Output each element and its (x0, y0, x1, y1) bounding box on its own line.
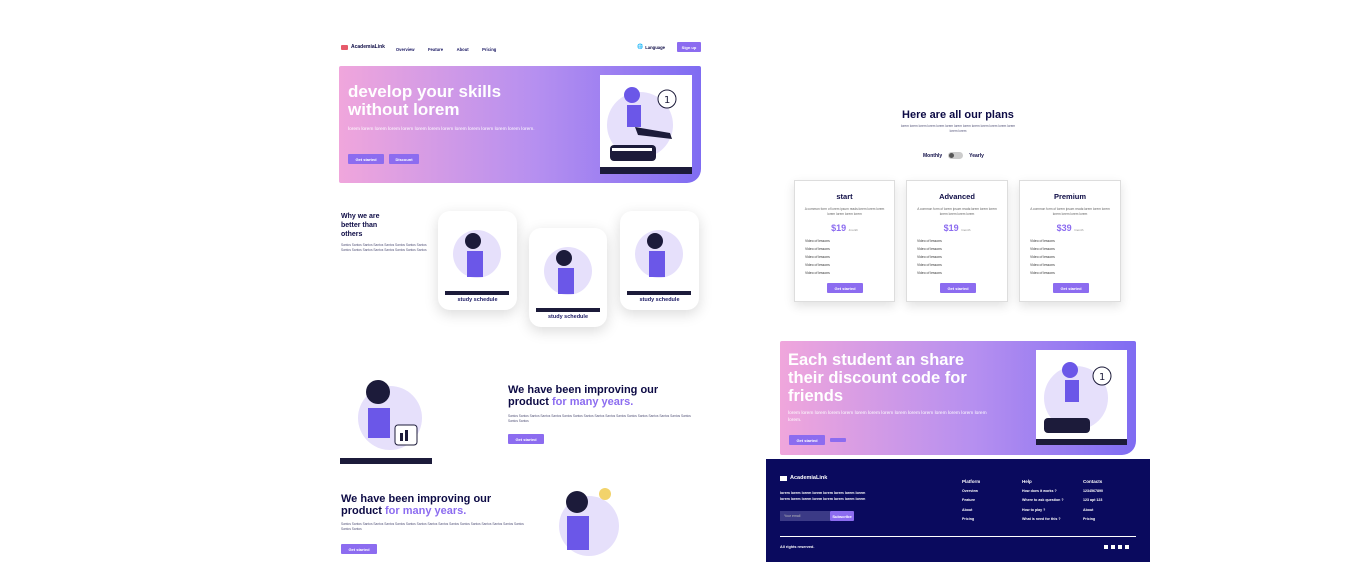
svg-text:1: 1 (1099, 372, 1105, 383)
footer: AcademiaLink lorem lorem lorem lorem lor… (766, 459, 1150, 562)
improve1-title: We have been improving our product for m… (508, 384, 688, 408)
book-icon (341, 44, 348, 50)
brand-logo[interactable]: AcademiaLink (351, 44, 385, 50)
title-highlight: for many years. (552, 396, 634, 408)
improve-illustration (340, 370, 432, 464)
plan-desc: A common form of lorem ipsum reads:lorem… (917, 207, 997, 216)
share-secondary-button[interactable] (830, 438, 846, 442)
share-title: Each student an share their discount cod… (788, 351, 967, 405)
social-icons (1104, 545, 1129, 549)
nav-about[interactable]: About (457, 47, 469, 52)
plan-name: Advanced (939, 192, 975, 201)
footer-link[interactable]: Pricing (962, 515, 980, 524)
plan-features: Video of lessons Video of lessons Video of… (1030, 239, 1055, 275)
nav-feature[interactable]: Feature (428, 47, 443, 52)
plans-subtitle: lorem lorem lorem lorem lorem lorem lore… (900, 124, 1016, 133)
book-icon (780, 475, 787, 481)
feature-card[interactable]: study schedule (529, 228, 607, 327)
plan-price: $19 /month (943, 223, 971, 233)
svg-text:1: 1 (664, 95, 670, 106)
facebook-icon[interactable] (1104, 545, 1108, 549)
billing-switch[interactable] (948, 152, 964, 159)
hero-illustration: 1 (600, 75, 692, 174)
footer-divider (780, 536, 1136, 537)
nav-overview[interactable]: Overview (396, 47, 415, 52)
improve1-cta-button[interactable]: Get started (508, 434, 544, 444)
language-selector[interactable]: Language (645, 45, 665, 50)
footer-link[interactable]: How does it works ? (1022, 487, 1064, 496)
footer-contacts: Contacts 1234567890 123 apt 123 About Pr… (1083, 479, 1103, 524)
plan-get-started-button[interactable]: Get started (827, 283, 863, 293)
plan-card-premium: Premium A common form of lorem ipsum rea… (1019, 180, 1121, 302)
footer-link[interactable]: Where to ask question ? (1022, 496, 1064, 505)
yearly-label[interactable]: Yearly (969, 153, 984, 159)
mail-icon[interactable] (1118, 545, 1122, 549)
subscribe-button[interactable]: Subscribe (830, 511, 854, 521)
share-banner: Each student an share their discount cod… (780, 341, 1136, 455)
share-get-started-button[interactable]: Get started (789, 435, 825, 445)
improve1-body: Santos Santos Santos Santos Santos Santo… (508, 414, 691, 423)
improve2-cta-button[interactable]: Get started (341, 544, 377, 554)
why-title: Why we are better than others (341, 213, 380, 238)
nav-links: Overview Feature About Pricing (396, 38, 505, 56)
card-caption: study schedule (457, 297, 498, 303)
footer-link[interactable]: Feature (962, 496, 980, 505)
tiktok-icon[interactable] (1125, 545, 1129, 549)
footer-help: Help How does it works ? Where to ask qu… (1022, 479, 1064, 524)
plan-desc: A common form of lorem ipsum reads:lorem… (804, 207, 885, 216)
footer-link[interactable]: 1234567890 (1083, 487, 1103, 496)
improve2-body: Santos Santos Santos Santos Santos Santo… (341, 522, 524, 531)
improve2-title: We have been improving our product for m… (341, 493, 521, 517)
footer-link[interactable]: 123 apt 123 (1083, 496, 1103, 505)
plan-price: $19 /month (831, 223, 858, 233)
signup-button[interactable]: Sign up (677, 42, 701, 52)
plan-price: $39 /month (1056, 223, 1084, 233)
billing-toggle: Monthly Yearly (923, 152, 984, 159)
plan-name: Premium (1053, 192, 1087, 201)
globe-icon: 🌐 (636, 44, 644, 50)
plan-get-started-button[interactable]: Get started (1053, 283, 1089, 293)
plans-title: Here are all our plans (902, 109, 1014, 121)
footer-link[interactable]: Overview (962, 487, 980, 496)
plan-name: start (836, 192, 853, 201)
feature-card[interactable]: study schedule (620, 211, 699, 310)
improve2-illustration (547, 480, 625, 560)
footer-tagline: lorem lorem lorem lorem lorem lorem lore… (780, 491, 866, 501)
top-nav: AcademiaLink Overview Feature About Pric… (341, 41, 701, 53)
plan-features: Video of lessons Video of lessons Video of… (917, 239, 942, 275)
footer-platform: Platform Overview Feature About Pricing (962, 479, 980, 524)
footer-link[interactable]: How to play ? (1022, 506, 1064, 515)
card-caption: study schedule (639, 297, 680, 303)
share-body: lorem lorem lorem lorem lorem lorem lore… (788, 411, 987, 423)
plan-card-advanced: Advanced A common form of lorem ipsum re… (906, 180, 1008, 302)
plan-desc: A common form of lorem ipsum reads:lorem… (1030, 207, 1110, 216)
hero-title: develop your skills without lorem (348, 82, 502, 119)
hero-discount-button[interactable]: Discount (389, 154, 419, 164)
plan-card-start: start A common form of lorem ipsum reads… (794, 180, 895, 302)
card-caption: study schedule (547, 314, 589, 320)
footer-link[interactable]: What is need for this ? (1022, 515, 1064, 524)
footer-link[interactable]: Pricing (1083, 515, 1103, 524)
footer-link[interactable]: About (962, 506, 980, 515)
footer-brand: AcademiaLink (780, 475, 827, 481)
hero-get-started-button[interactable]: Get started (348, 154, 384, 164)
monthly-label[interactable]: Monthly (923, 153, 942, 159)
title-highlight: for many years. (385, 505, 467, 517)
plan-get-started-button[interactable]: Get started (940, 283, 976, 293)
footer-rights: All rights reserved. (780, 545, 815, 549)
feature-card[interactable]: study schedule (438, 211, 517, 310)
footer-email-input[interactable]: Your email (780, 511, 830, 521)
plan-features: Video of lessons Video of lessons Video of… (805, 239, 830, 275)
why-body: Santos Santos Santos Santos Santos Santo… (341, 243, 427, 252)
hero-banner: develop your skills without lorem lorem … (339, 66, 701, 183)
footer-link[interactable]: About (1083, 506, 1103, 515)
nav-pricing[interactable]: Pricing (482, 47, 496, 52)
hero-body: lorem lorem lorem lorem lorem lorem lore… (348, 127, 535, 132)
share-illustration: 1 (1036, 350, 1127, 445)
linkedin-icon[interactable] (1111, 545, 1115, 549)
